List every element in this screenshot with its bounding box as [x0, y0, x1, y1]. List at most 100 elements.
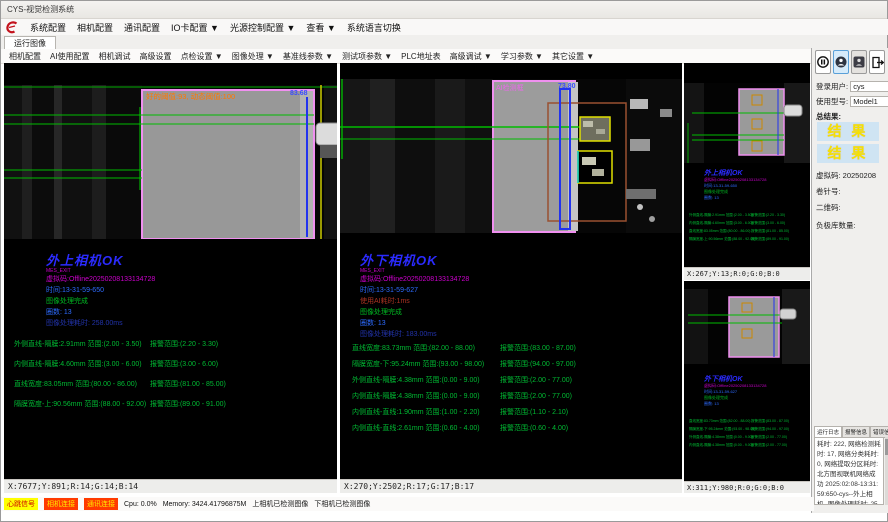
virtual-code-row: 虚拟码: 20250208: [816, 170, 876, 181]
measure-row: 外侧直线-隔膜:4.38mm 范围:(0.00 - 9.00)报警范围:(2.0…: [352, 373, 576, 389]
app-logo-icon: [5, 21, 19, 34]
tool-learn-params[interactable]: 学习参数 ▼: [501, 51, 543, 62]
ai-time-middle: 使用AI耗时:1ms: [360, 296, 469, 307]
tool-camera-config[interactable]: 相机配置: [9, 51, 41, 62]
qr-code-row: 二维码:: [816, 202, 841, 213]
camera-title-middle: 外下相机: [360, 253, 416, 268]
result-block-middle: 外下相机OK MES_EXIT 虚拟码:Offline2025020813313…: [360, 255, 469, 340]
camera-status-middle: OK: [416, 253, 438, 268]
memory-usage: Memory: 3424.41796875M: [163, 501, 247, 508]
login-user-label: 登录用户:: [816, 82, 848, 91]
camera-view-upper-outer[interactable]: 好的阈值:93, 动态阈值:100 83.68 外上相机OK MES_EXIT …: [4, 63, 337, 479]
tool-plc-address[interactable]: PLC地址表: [401, 51, 441, 62]
width-measure-label: 73.80: [558, 83, 576, 90]
comm-connect-badge: 通讯连接: [84, 498, 118, 510]
login-user-button[interactable]: [833, 50, 849, 74]
camera-view-lower-outer[interactable]: AI检测框 73.80 外下相机OK MES_EXIT 虚拟码:Offline2…: [340, 63, 682, 479]
threshold-overlay-label: 好的阈值:93, 动态阈值:100: [146, 91, 235, 101]
stock-count-row: 负极库数量:: [816, 220, 856, 231]
tool-bar: 相机配置 AI使用配置 相机调试 高级设置 点检设置 ▼ 图像处理 ▼ 基准线参…: [1, 49, 819, 64]
menu-io-config[interactable]: IO卡配置 ▼: [171, 21, 219, 34]
login-user-row: 登录用户: cys: [816, 81, 888, 92]
camera-image-lower-outer[interactable]: AI检测框 73.80: [340, 79, 682, 233]
menu-comm-config[interactable]: 通讯配置: [124, 21, 160, 34]
camera-title-left: 外上相机: [46, 253, 102, 268]
result-badge-upper: 结 果: [817, 122, 879, 141]
time-middle: 时间:13-31-59-627: [360, 285, 469, 296]
pause-icon: [817, 56, 829, 68]
menu-bar: 系统配置 相机配置 通讯配置 IO卡配置 ▼ 光源控制配置 ▼ 查看 ▼ 系统语…: [1, 19, 888, 35]
coords-bar-mini-top: X:267;Y:13;R:0;G:0;B:0: [684, 267, 810, 280]
tool-camera-debug[interactable]: 相机调试: [99, 51, 131, 62]
camera-image-upper-outer[interactable]: 好的阈值:93, 动态阈值:100 83.68: [4, 85, 337, 239]
circle-count-middle: 圈数: 13: [360, 318, 469, 329]
operator-button[interactable]: [851, 50, 867, 74]
elapsed-middle: 图像处理耗时: 183.00ms: [360, 329, 469, 340]
upper-camera-status: 上相机已检测图像: [252, 499, 308, 509]
window-titlebar: CYS-视觉检测系统: [1, 1, 887, 19]
menu-system-config[interactable]: 系统配置: [30, 21, 66, 34]
coords-bar-middle: X:270;Y:2502;R:17;G:17;B:17: [340, 479, 682, 493]
coords-bar-left: X:7677;Y:891;R:14;G:14;B:14: [4, 479, 337, 493]
camera-view-mini-top[interactable]: 外上相机OK 虚拟码:Offline20250208133134728 时间:1…: [684, 63, 810, 267]
pause-button[interactable]: [815, 50, 831, 74]
app-window: CYS-视觉检测系统 系统配置 相机配置 通讯配置 IO卡配置 ▼ 光源控制配置…: [0, 0, 888, 522]
coords-bar-mini-bottom: X:311;Y:980;R:0;G:0;B:0: [684, 481, 810, 493]
lower-camera-status: 下相机已检测图像: [314, 499, 370, 509]
user-icon: [835, 56, 847, 68]
control-sidebar: 登录用户: cys 使用型号: Model1 总结果: 结 果 结 果 虚拟码:…: [811, 48, 888, 513]
exit-button[interactable]: [869, 50, 885, 74]
heartbeat-badge: 心跳信号: [4, 498, 38, 510]
mini-measurements-bottom: 直线宽度:83.73mm 范围:(82.00 - 88.00)报警范围:(83.…: [689, 417, 789, 449]
measure-row: 外侧直线-隔膜:2.91mm 范围:(2.00 - 3.50)报警范围:(2.2…: [14, 335, 226, 355]
window-title: CYS-视觉检测系统: [7, 5, 74, 14]
tool-image-processing[interactable]: 图像处理 ▼: [232, 51, 274, 62]
camera-image-mini-top[interactable]: [684, 83, 810, 163]
tool-other-settings[interactable]: 其它设置 ▼: [552, 51, 594, 62]
camera-view-mini-bottom[interactable]: 外下相机OK 虚拟码:Offline20250208133134728 时间:1…: [684, 281, 810, 481]
process-done-middle: 图像处理完成: [360, 307, 469, 318]
process-done-left: 图像处理完成: [46, 296, 155, 307]
model-value[interactable]: Model1: [850, 96, 888, 107]
total-result-label: 总结果:: [816, 111, 841, 122]
camera-status-left: OK: [102, 253, 124, 268]
camera-image-mini-bottom[interactable]: [684, 289, 810, 364]
tool-spot-check[interactable]: 点检设置 ▼: [181, 51, 223, 62]
menu-camera-config[interactable]: 相机配置: [77, 21, 113, 34]
tool-test-params[interactable]: 测试项参数 ▼: [342, 51, 392, 62]
tool-advanced-debug[interactable]: 高级调试 ▼: [450, 51, 492, 62]
camera-connect-badge: 相机连接: [44, 498, 78, 510]
width-measure-label: 83.68: [290, 90, 308, 97]
tool-ai-config[interactable]: AI使用配置: [50, 51, 90, 62]
result-block-left: 外上相机OK MES_EXIT 虚拟码:Offline2025020813313…: [46, 255, 155, 329]
elapsed-left: 图像处理耗时: 258.00ms: [46, 318, 155, 329]
menu-view[interactable]: 查看 ▼: [306, 21, 335, 34]
status-bar: 心跳信号 相机连接 通讯连接 Cpu: 0.0% Memory: 3424.41…: [1, 497, 814, 511]
menu-light-config[interactable]: 光源控制配置 ▼: [230, 21, 295, 34]
time-left: 时间:13-31-59-650: [46, 285, 155, 296]
sidebar-buttons: [815, 50, 885, 74]
measure-row: 内侧直线-隔膜:4.38mm 范围:(0.00 - 9.00)报警范围:(2.0…: [352, 389, 576, 405]
mini-result-bottom: 外下相机OK 虚拟码:Offline20250208133134728 时间:1…: [704, 377, 766, 407]
tab-strip: 运行图像: [1, 35, 887, 50]
virtual-code-left: 虚拟码:Offline20250208133134728: [46, 274, 155, 285]
login-user-value[interactable]: cys: [850, 81, 888, 92]
measure-row: 直线宽度:83.05mm 范围:(80.00 - 86.00)报警范围:(81.…: [14, 375, 226, 395]
result-badge-lower: 结 果: [817, 144, 879, 163]
measurements-left: 外侧直线-隔膜:2.91mm 范围:(2.00 - 3.50)报警范围:(2.2…: [14, 335, 226, 415]
tool-advanced-settings[interactable]: 高级设置: [140, 51, 172, 62]
ai-box-label: AI检测框: [496, 83, 524, 92]
operator-icon: [853, 56, 865, 68]
virtual-code-middle: 虚拟码:Offline20250208133134728: [360, 274, 469, 285]
measure-row: 直线宽度:83.73mm 范围:(82.00 - 88.00)报警范围:(83.…: [352, 341, 576, 357]
tool-baseline-params[interactable]: 基准线参数 ▼: [283, 51, 333, 62]
measure-row: 内侧直线-直线:1.90mm 范围:(1.00 - 2.20)报警范围:(1.1…: [352, 405, 576, 421]
log-text-area: 耗时: 222, 网络检测耗时: 17, 网络分类耗时: 0, 网络提取分区耗时…: [814, 437, 884, 505]
connector-part: [316, 123, 337, 145]
measure-row: 隔膜宽度-下:95.24mm 范围:(93.00 - 98.00)报警范围:(9…: [352, 357, 576, 373]
measurements-middle: 直线宽度:83.73mm 范围:(82.00 - 88.00)报警范围:(83.…: [352, 341, 576, 437]
measure-row: 内侧直线-隔膜:4.60mm 范围:(3.00 - 6.00)报警范围:(3.0…: [14, 355, 226, 375]
menu-language-switch[interactable]: 系统语言切换: [347, 21, 401, 34]
mini-measurements-top: 外侧直线-隔膜:2.91mm 范围:(2.00 - 3.50)报警范围:(2.2…: [689, 211, 789, 243]
needle-number-row: 卷针号:: [816, 186, 841, 197]
